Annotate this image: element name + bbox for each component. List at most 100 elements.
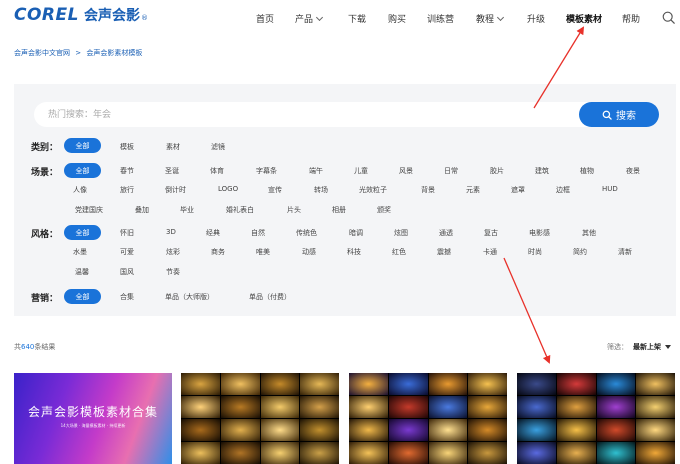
scene-tag[interactable]: 植物: [580, 166, 594, 176]
scene-tag[interactable]: 边框: [556, 185, 570, 195]
scene-tag-all[interactable]: 全部: [64, 163, 101, 178]
search-button-label: 搜索: [616, 111, 636, 122]
scene-tag[interactable]: 儿童: [354, 166, 368, 176]
scene-tag[interactable]: 颁奖: [377, 205, 391, 215]
scene-tag[interactable]: 旅行: [120, 185, 134, 195]
style-tag[interactable]: 暗调: [349, 228, 363, 238]
style-tag[interactable]: 怀旧: [120, 228, 134, 238]
scene-tag[interactable]: 党建国庆: [75, 205, 103, 215]
category-tag[interactable]: 模板: [120, 142, 134, 152]
style-tag[interactable]: 复古: [484, 228, 498, 238]
nav-download[interactable]: 下载: [348, 12, 366, 25]
nav-templates[interactable]: 模板素材: [566, 12, 602, 25]
scene-tag[interactable]: 转场: [314, 185, 328, 195]
sort-dropdown[interactable]: 筛选： 最新上架: [607, 342, 671, 352]
sales-tag[interactable]: 单品（付费）: [249, 292, 291, 302]
style-tag-all[interactable]: 全部: [64, 225, 101, 240]
style-tag[interactable]: 水墨: [73, 247, 87, 257]
scene-tag[interactable]: HUD: [602, 185, 618, 193]
scene-tag[interactable]: 元素: [466, 185, 480, 195]
category-tag[interactable]: 素材: [166, 142, 180, 152]
style-tag[interactable]: 自然: [251, 228, 265, 238]
scene-tag[interactable]: 建筑: [535, 166, 549, 176]
sort-label: 筛选：: [607, 343, 628, 351]
template-card-collection[interactable]: 会声会影模板素材合集 14大场景 · 海量模板素材 · 持续更新: [14, 373, 172, 464]
template-preview-image: [349, 373, 507, 464]
style-tag[interactable]: 电影感: [529, 228, 550, 238]
scene-tag[interactable]: 风景: [399, 166, 413, 176]
nav-label: 购买: [388, 15, 407, 25]
scene-tag[interactable]: 字幕条: [256, 166, 277, 176]
scene-tag[interactable]: 叠加: [135, 205, 149, 215]
sales-tag[interactable]: 单品（大师版）: [165, 292, 214, 302]
style-tag[interactable]: 3D: [166, 228, 176, 236]
nav-products[interactable]: 产品: [295, 12, 324, 25]
scene-tag[interactable]: LOGO: [218, 185, 238, 193]
breadcrumb-current[interactable]: 会声会影素材模板: [86, 49, 142, 57]
style-tag[interactable]: 可爱: [120, 247, 134, 257]
sales-tag[interactable]: 合集: [120, 292, 134, 302]
style-tag[interactable]: 炫彩: [166, 247, 180, 257]
nav-buy[interactable]: 购买: [388, 12, 406, 25]
style-tag[interactable]: 其他: [582, 228, 596, 238]
nav-upgrade[interactable]: 升级: [527, 12, 545, 25]
style-tag[interactable]: 通透: [439, 228, 453, 238]
template-card[interactable]: [349, 373, 507, 464]
template-search-input[interactable]: [48, 105, 568, 124]
style-tag[interactable]: 温馨: [75, 267, 89, 277]
style-tag[interactable]: 动感: [302, 247, 316, 257]
style-tag[interactable]: 简约: [573, 247, 587, 257]
style-tag[interactable]: 震撼: [437, 247, 451, 257]
style-tag[interactable]: 炫图: [394, 228, 408, 238]
nav-label: 首页: [256, 15, 275, 25]
scene-tag[interactable]: 片头: [287, 205, 301, 215]
scene-tag[interactable]: 日常: [444, 166, 458, 176]
template-search-bar: 搜索: [34, 102, 659, 127]
style-tag[interactable]: 节奏: [166, 267, 180, 277]
style-tag[interactable]: 清新: [618, 247, 632, 257]
scene-tag[interactable]: 胶片: [490, 166, 504, 176]
nav-help[interactable]: 帮助: [622, 12, 640, 25]
scene-tag[interactable]: 端午: [309, 166, 323, 176]
style-tag[interactable]: 科技: [347, 247, 361, 257]
search-button[interactable]: 搜索: [579, 102, 659, 127]
scene-tag[interactable]: 背景: [421, 185, 435, 195]
sales-tag-all[interactable]: 全部: [64, 289, 101, 304]
scene-tag[interactable]: 体育: [210, 166, 224, 176]
result-number: 640: [21, 343, 35, 351]
style-tag[interactable]: 传统色: [296, 228, 317, 238]
scene-tag[interactable]: 相册: [332, 205, 346, 215]
scene-tag[interactable]: 春节: [120, 166, 134, 176]
nav-tutorials[interactable]: 教程: [476, 12, 505, 25]
chevron-down-icon: [496, 13, 505, 21]
style-tag[interactable]: 经典: [206, 228, 220, 238]
nav-label: 训练营: [427, 15, 455, 25]
breadcrumb-home[interactable]: 会声会影中文官网: [14, 49, 70, 57]
style-tag[interactable]: 时尚: [528, 247, 542, 257]
scene-tag[interactable]: 倒计时: [165, 185, 186, 195]
category-tag[interactable]: 滤镜: [211, 142, 225, 152]
caret-down-icon: [665, 345, 671, 349]
nav-home[interactable]: 首页: [256, 12, 274, 25]
scene-tag[interactable]: 圣诞: [165, 166, 179, 176]
nav-training[interactable]: 训练营: [427, 12, 454, 25]
style-tag[interactable]: 红色: [392, 247, 406, 257]
template-card[interactable]: [181, 373, 339, 464]
corel-logo[interactable]: COREL 会声会影 ®: [14, 5, 148, 27]
nav-label: 升级: [527, 15, 546, 25]
scene-tag[interactable]: 夜景: [626, 166, 640, 176]
scene-tag[interactable]: 光效粒子: [359, 185, 387, 195]
scene-tag[interactable]: 毕业: [180, 205, 194, 215]
style-tag[interactable]: 国风: [120, 267, 134, 277]
style-tag[interactable]: 卡通: [483, 247, 497, 257]
scene-tag[interactable]: 遮罩: [511, 185, 525, 195]
scene-tag[interactable]: 人像: [73, 185, 87, 195]
style-tag[interactable]: 商务: [211, 247, 225, 257]
template-card[interactable]: [517, 373, 675, 464]
style-tag[interactable]: 唯美: [256, 247, 270, 257]
search-icon[interactable]: [662, 11, 675, 24]
scene-tag[interactable]: 宣传: [268, 185, 282, 195]
registered-mark: ®: [140, 14, 148, 22]
category-tag-all[interactable]: 全部: [64, 138, 101, 153]
scene-tag[interactable]: 婚礼表白: [226, 205, 254, 215]
